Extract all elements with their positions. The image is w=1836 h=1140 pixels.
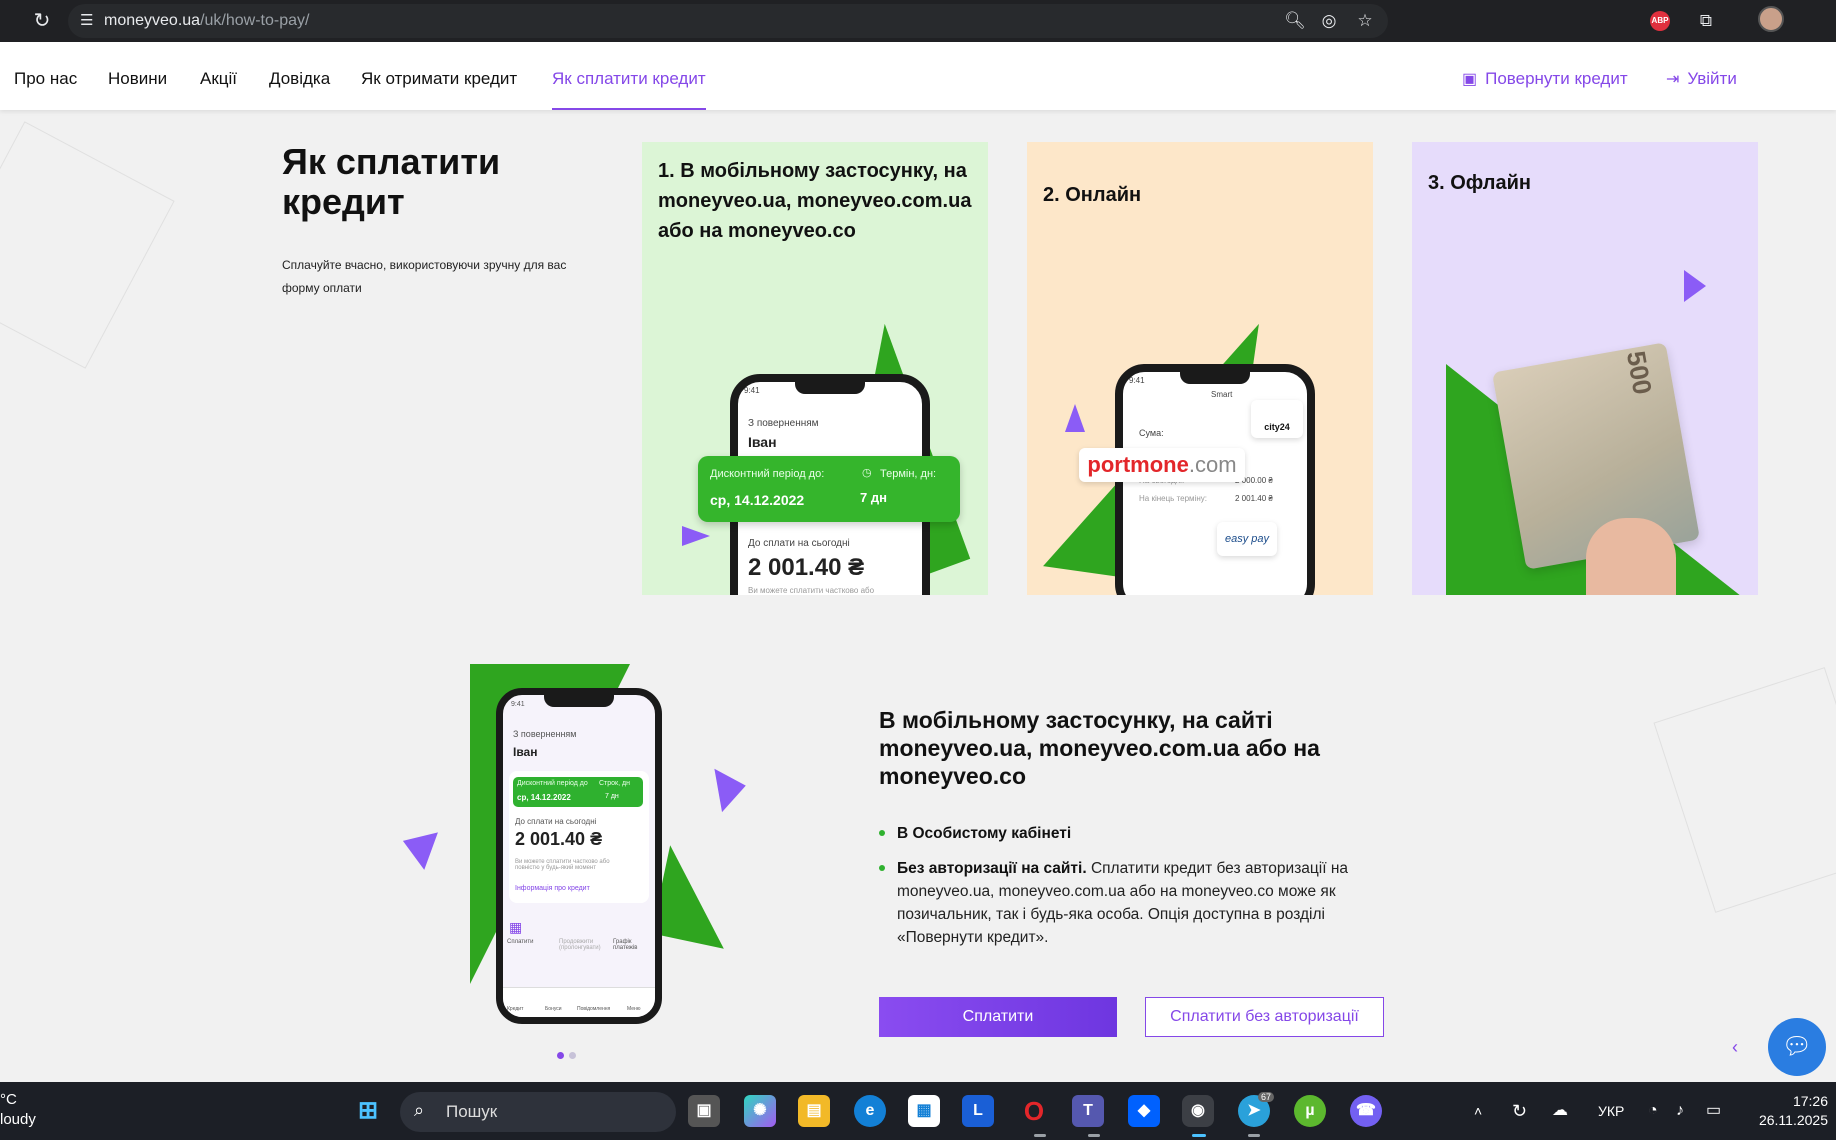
list-item: Без авторизації на сайті. Сплатити креди…: [879, 857, 1399, 949]
easypay-logo: easy pay: [1217, 522, 1277, 556]
wallet-icon: ▣: [1462, 71, 1478, 88]
adblock-icon[interactable]: ABP: [1650, 11, 1670, 31]
page-title: Як сплатити кредит: [282, 141, 501, 222]
weather-widget[interactable]: °C loudy: [0, 1090, 36, 1130]
nav-get-credit[interactable]: Як отримати кредит: [361, 42, 517, 110]
eye-off-icon[interactable]: ◎: [1318, 10, 1340, 32]
site-info-icon[interactable]: ☰: [80, 11, 100, 31]
extensions-icon[interactable]: ⧉: [1693, 8, 1719, 34]
method-card-app[interactable]: 1. В мобільному застосунку, на moneyveo.…: [642, 142, 988, 595]
envelope-decoration: [1653, 667, 1836, 913]
file-explorer-icon[interactable]: ▤: [798, 1095, 830, 1127]
hand-image: [1586, 518, 1676, 595]
viber-icon[interactable]: ☎: [1350, 1095, 1382, 1127]
windows-start-icon[interactable]: ⊞: [352, 1095, 384, 1127]
system-clock[interactable]: 17:26 26.11.2025: [1748, 1092, 1828, 1130]
chrome-icon[interactable]: ◉: [1182, 1095, 1214, 1127]
telegram-badge: 67: [1258, 1092, 1275, 1102]
list-item: В Особистому кабінеті: [879, 822, 1399, 845]
site-nav: Про нас Новини Акції Довідка Як отримати…: [0, 42, 1836, 110]
volume-icon[interactable]: ♪: [1676, 1082, 1684, 1140]
purple-triangle-decoration: [396, 822, 438, 870]
green-triangle-decoration: [651, 845, 743, 949]
chat-icon[interactable]: 💬︎: [1768, 1018, 1826, 1076]
cloud-icon[interactable]: ☁: [1552, 1082, 1568, 1140]
card-title: 3. Офлайн: [1428, 172, 1531, 194]
teams-icon[interactable]: T: [1072, 1095, 1104, 1127]
login-icon: ⇥: [1666, 71, 1680, 88]
section-title: В мобільному застосунку, на сайті moneyv…: [879, 707, 1320, 789]
sync-icon[interactable]: ↻: [1512, 1082, 1527, 1140]
store-icon[interactable]: ▦: [908, 1095, 940, 1127]
battery-icon[interactable]: ▭: [1706, 1082, 1721, 1140]
l-app-icon[interactable]: L: [962, 1095, 994, 1127]
card-title: 1. В мобільному застосунку, на moneyveo.…: [658, 160, 972, 242]
portmone-logo: portmone.com: [1079, 448, 1245, 482]
login-link[interactable]: ⇥ Увійти: [1666, 42, 1737, 110]
purple-triangle-decoration: [682, 526, 710, 546]
task-view-icon[interactable]: ▣: [688, 1095, 720, 1127]
page-subtitle: Сплачуйте вчасно, використовуючи зручну …: [282, 258, 567, 295]
nav-pay-credit[interactable]: Як сплатити кредит: [552, 42, 706, 110]
url-text[interactable]: moneyveo.ua/uk/how-to-pay/: [104, 4, 309, 38]
dropbox-icon[interactable]: ◆: [1128, 1095, 1160, 1127]
pay-button[interactable]: Сплатити: [879, 997, 1117, 1037]
taskbar: °C loudy ⊞ ⌕ Пошук ▣ ✺ ▤ e ▦ L O T ◆ ◉ ➤ …: [0, 1082, 1836, 1140]
wifi-icon[interactable]: ◔: [1648, 1082, 1658, 1140]
nav-help[interactable]: Довідка: [269, 42, 330, 110]
app-phone-mockup-large: 9:41 З поверненням Іван Дисконтний періо…: [496, 688, 662, 1024]
carousel-dot[interactable]: [569, 1052, 576, 1059]
return-credit-link[interactable]: ▣ Повернути кредит: [1462, 42, 1628, 110]
purple-triangle-decoration: [714, 763, 750, 813]
carousel-dot[interactable]: [557, 1052, 564, 1059]
nav-news[interactable]: Новини: [108, 42, 167, 110]
browser-toolbar: ↻ ☰ moneyveo.ua/uk/how-to-pay/ 🔍︎ ◎ ☆ AB…: [0, 0, 1836, 42]
card-title: 2. Онлайн: [1043, 184, 1142, 206]
method-card-online[interactable]: 2. Онлайн 9:41 Smart Сума: На сьогодні: …: [1027, 142, 1373, 595]
city24-logo: city24: [1251, 400, 1303, 438]
discount-popup: Дисконтний період до: ср, 14.12.2022 ◷ Т…: [698, 456, 960, 522]
carousel-dots: [557, 1046, 581, 1064]
chevron-left-icon[interactable]: ‹: [1732, 1036, 1752, 1058]
utorrent-icon[interactable]: µ: [1294, 1095, 1326, 1127]
purple-triangle-decoration: [1065, 404, 1085, 432]
pay-without-auth-button[interactable]: Сплатити без авторизації: [1145, 997, 1384, 1037]
nav-about[interactable]: Про нас: [14, 42, 77, 110]
input-language[interactable]: УКР: [1598, 1082, 1624, 1140]
nav-promotions[interactable]: Акції: [200, 42, 237, 110]
chevron-up-icon[interactable]: ˄: [1474, 1082, 1482, 1140]
edge-icon[interactable]: e: [854, 1095, 886, 1127]
opera-icon[interactable]: O: [1018, 1095, 1050, 1127]
clock-icon: ◷: [862, 467, 872, 479]
calendar-icon: ▦: [509, 919, 523, 935]
purple-triangle-decoration: [1684, 270, 1706, 302]
profile-avatar[interactable]: [1758, 6, 1784, 32]
envelope-decoration: [0, 121, 175, 369]
search-icon: ⌕: [414, 1100, 425, 1120]
zoom-icon[interactable]: 🔍︎: [1284, 10, 1306, 32]
taskbar-search[interactable]: ⌕ Пошук: [400, 1092, 676, 1132]
address-bar[interactable]: ☰ moneyveo.ua/uk/how-to-pay/ 🔍︎ ◎ ☆: [68, 4, 1388, 38]
reload-icon[interactable]: ↻: [30, 9, 54, 33]
bookmark-star-icon[interactable]: ☆: [1354, 10, 1376, 32]
method-card-offline[interactable]: 3. Офлайн 500: [1412, 142, 1758, 595]
payment-options-list: В Особистому кабінеті Без авторизації на…: [879, 822, 1399, 961]
copilot-icon[interactable]: ✺: [744, 1095, 776, 1127]
